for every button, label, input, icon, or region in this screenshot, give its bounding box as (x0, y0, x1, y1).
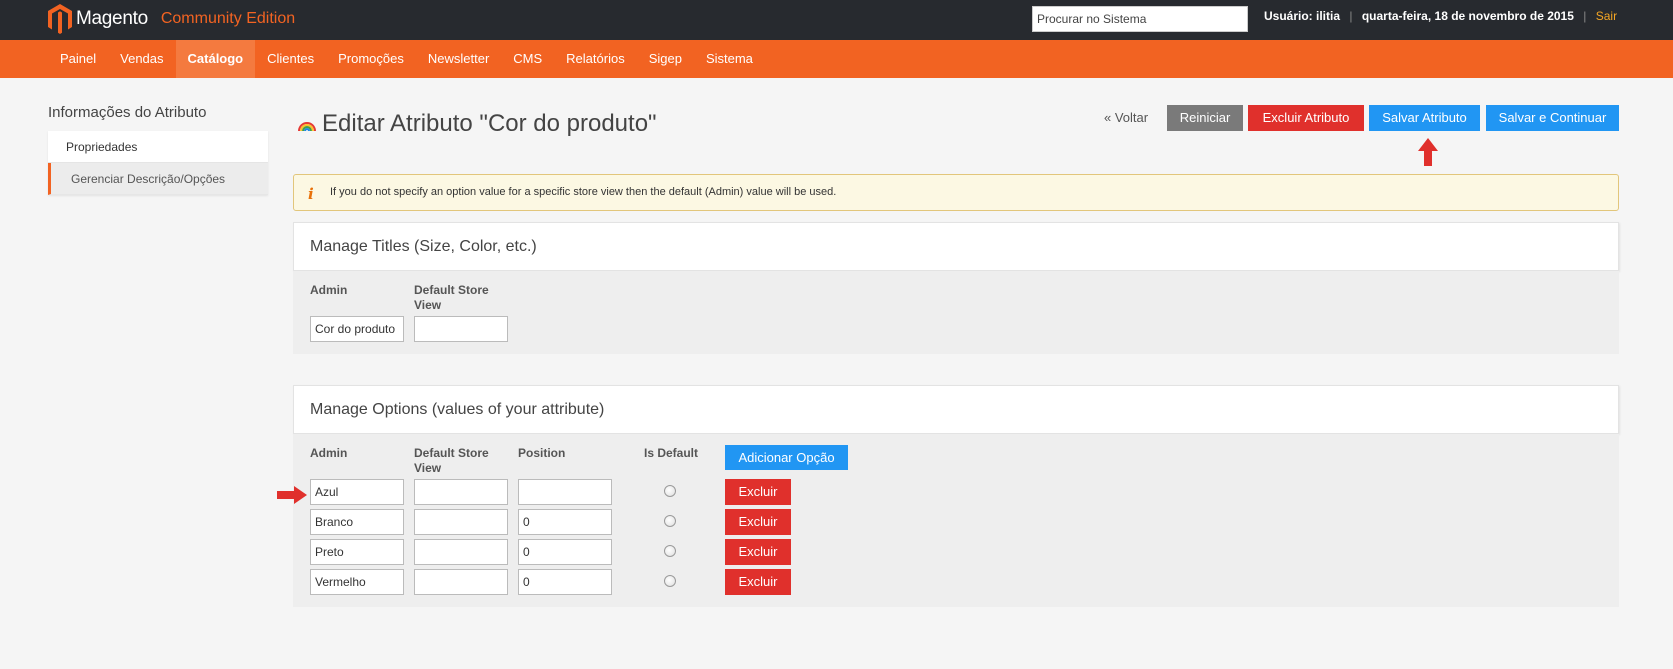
delete-option-button[interactable]: Excluir (725, 539, 791, 565)
nav-item-clientes[interactable]: Clientes (255, 40, 326, 78)
manage-titles-heading: Manage Titles (Size, Color, etc.) (310, 238, 537, 255)
option-position-input[interactable] (518, 569, 612, 595)
col-default-store-line2: View (414, 461, 442, 475)
nav-item-promocoes[interactable]: Promoções (326, 40, 416, 78)
title-admin-input[interactable] (310, 316, 404, 342)
col-admin: Admin (310, 283, 348, 297)
manage-options-heading: Manage Options (values of your attribute… (310, 401, 605, 418)
main-nav: Painel Vendas Catálogo Clientes Promoçõe… (0, 40, 1673, 78)
option-admin-input[interactable] (310, 539, 404, 565)
notice-message: i If you do not specify an option value … (293, 174, 1619, 211)
rainbow-icon (298, 122, 316, 132)
arrow-right-icon (277, 486, 307, 504)
info-icon: i (308, 185, 314, 203)
page-title-text: Editar Atributo "Cor do produto" (322, 110, 657, 137)
reset-button[interactable]: Reiniciar (1167, 105, 1243, 131)
col-default-store: Default Store View (414, 283, 489, 313)
user-label: Usuário: ilitia (1264, 9, 1341, 23)
col-admin: Admin (310, 446, 348, 460)
option-store-input[interactable] (414, 479, 508, 505)
separator: | (1349, 9, 1353, 23)
add-option-button[interactable]: Adicionar Opção (725, 445, 848, 470)
search-input[interactable] (1032, 6, 1248, 32)
is-default-radio[interactable] (664, 545, 676, 557)
separator: | (1583, 9, 1587, 23)
option-position-input[interactable] (518, 539, 612, 565)
save-continue-button[interactable]: Salvar e Continuar (1486, 105, 1619, 131)
title-default-store-input[interactable] (414, 316, 508, 342)
option-store-input[interactable] (414, 569, 508, 595)
sidebar-item-gerenciar-opcoes[interactable]: Gerenciar Descrição/Opções (48, 163, 268, 195)
is-default-radio[interactable] (664, 515, 676, 527)
notice-text: If you do not specify an option value fo… (330, 186, 837, 198)
option-store-input[interactable] (414, 539, 508, 565)
col-position: Position (518, 446, 566, 460)
option-admin-input[interactable] (310, 479, 404, 505)
delete-option-button[interactable]: Excluir (725, 479, 791, 505)
nav-item-newsletter[interactable]: Newsletter (416, 40, 501, 78)
page-title: Editar Atributo "Cor do produto" (298, 110, 657, 138)
nav-item-sigep[interactable]: Sigep (637, 40, 694, 78)
sidebar-item-propriedades[interactable]: Propriedades (48, 131, 268, 163)
nav-item-painel[interactable]: Painel (48, 40, 108, 78)
top-header: Magento Community Edition Usuário: iliti… (0, 0, 1673, 40)
brand-edition: Community Edition (160, 10, 296, 27)
option-admin-input[interactable] (310, 509, 404, 535)
col-default-store-line1: Default Store (414, 446, 489, 460)
manage-options-panel: Manage Options (values of your attribute… (293, 385, 1619, 607)
nav-item-catalogo[interactable]: Catálogo (175, 40, 256, 78)
col-default-store: Default Store View (414, 446, 489, 476)
is-default-radio[interactable] (664, 485, 676, 497)
save-attribute-button[interactable]: Salvar Atributo (1369, 105, 1480, 131)
current-date: quarta-feira, 18 de novembro de 2015 (1361, 9, 1574, 23)
logout-link[interactable]: Sair (1596, 9, 1617, 23)
arrow-up-icon (1418, 138, 1438, 166)
option-store-input[interactable] (414, 509, 508, 535)
sidebar-menu: Propriedades Gerenciar Descrição/Opções (48, 131, 268, 195)
nav-item-cms[interactable]: CMS (501, 40, 554, 78)
magento-logo[interactable]: Magento Community Edition (48, 2, 295, 36)
user-info: Usuário: ilitia | quarta-feira, 18 de no… (1264, 9, 1617, 23)
col-is-default: Is Default (644, 446, 699, 460)
nav-item-vendas[interactable]: Vendas (108, 40, 175, 78)
col-default-store-line1: Default Store (414, 283, 489, 297)
option-admin-input[interactable] (310, 569, 404, 595)
nav-item-sistema[interactable]: Sistema (694, 40, 765, 78)
back-button[interactable]: « Voltar (1104, 110, 1148, 125)
nav-item-relatorios[interactable]: Relatórios (554, 40, 637, 78)
magento-logo-icon (48, 4, 72, 34)
sidebar-title: Informações do Atributo (48, 104, 207, 121)
brand-name: Magento (76, 8, 148, 29)
option-position-input[interactable] (518, 479, 612, 505)
col-default-store-line2: View (414, 298, 442, 312)
delete-option-button[interactable]: Excluir (725, 509, 791, 535)
manage-titles-panel: Manage Titles (Size, Color, etc.) Admin … (293, 222, 1619, 354)
delete-attribute-button[interactable]: Excluir Atributo (1248, 105, 1364, 131)
is-default-radio[interactable] (664, 575, 676, 587)
delete-option-button[interactable]: Excluir (725, 569, 791, 595)
option-position-input[interactable] (518, 509, 612, 535)
